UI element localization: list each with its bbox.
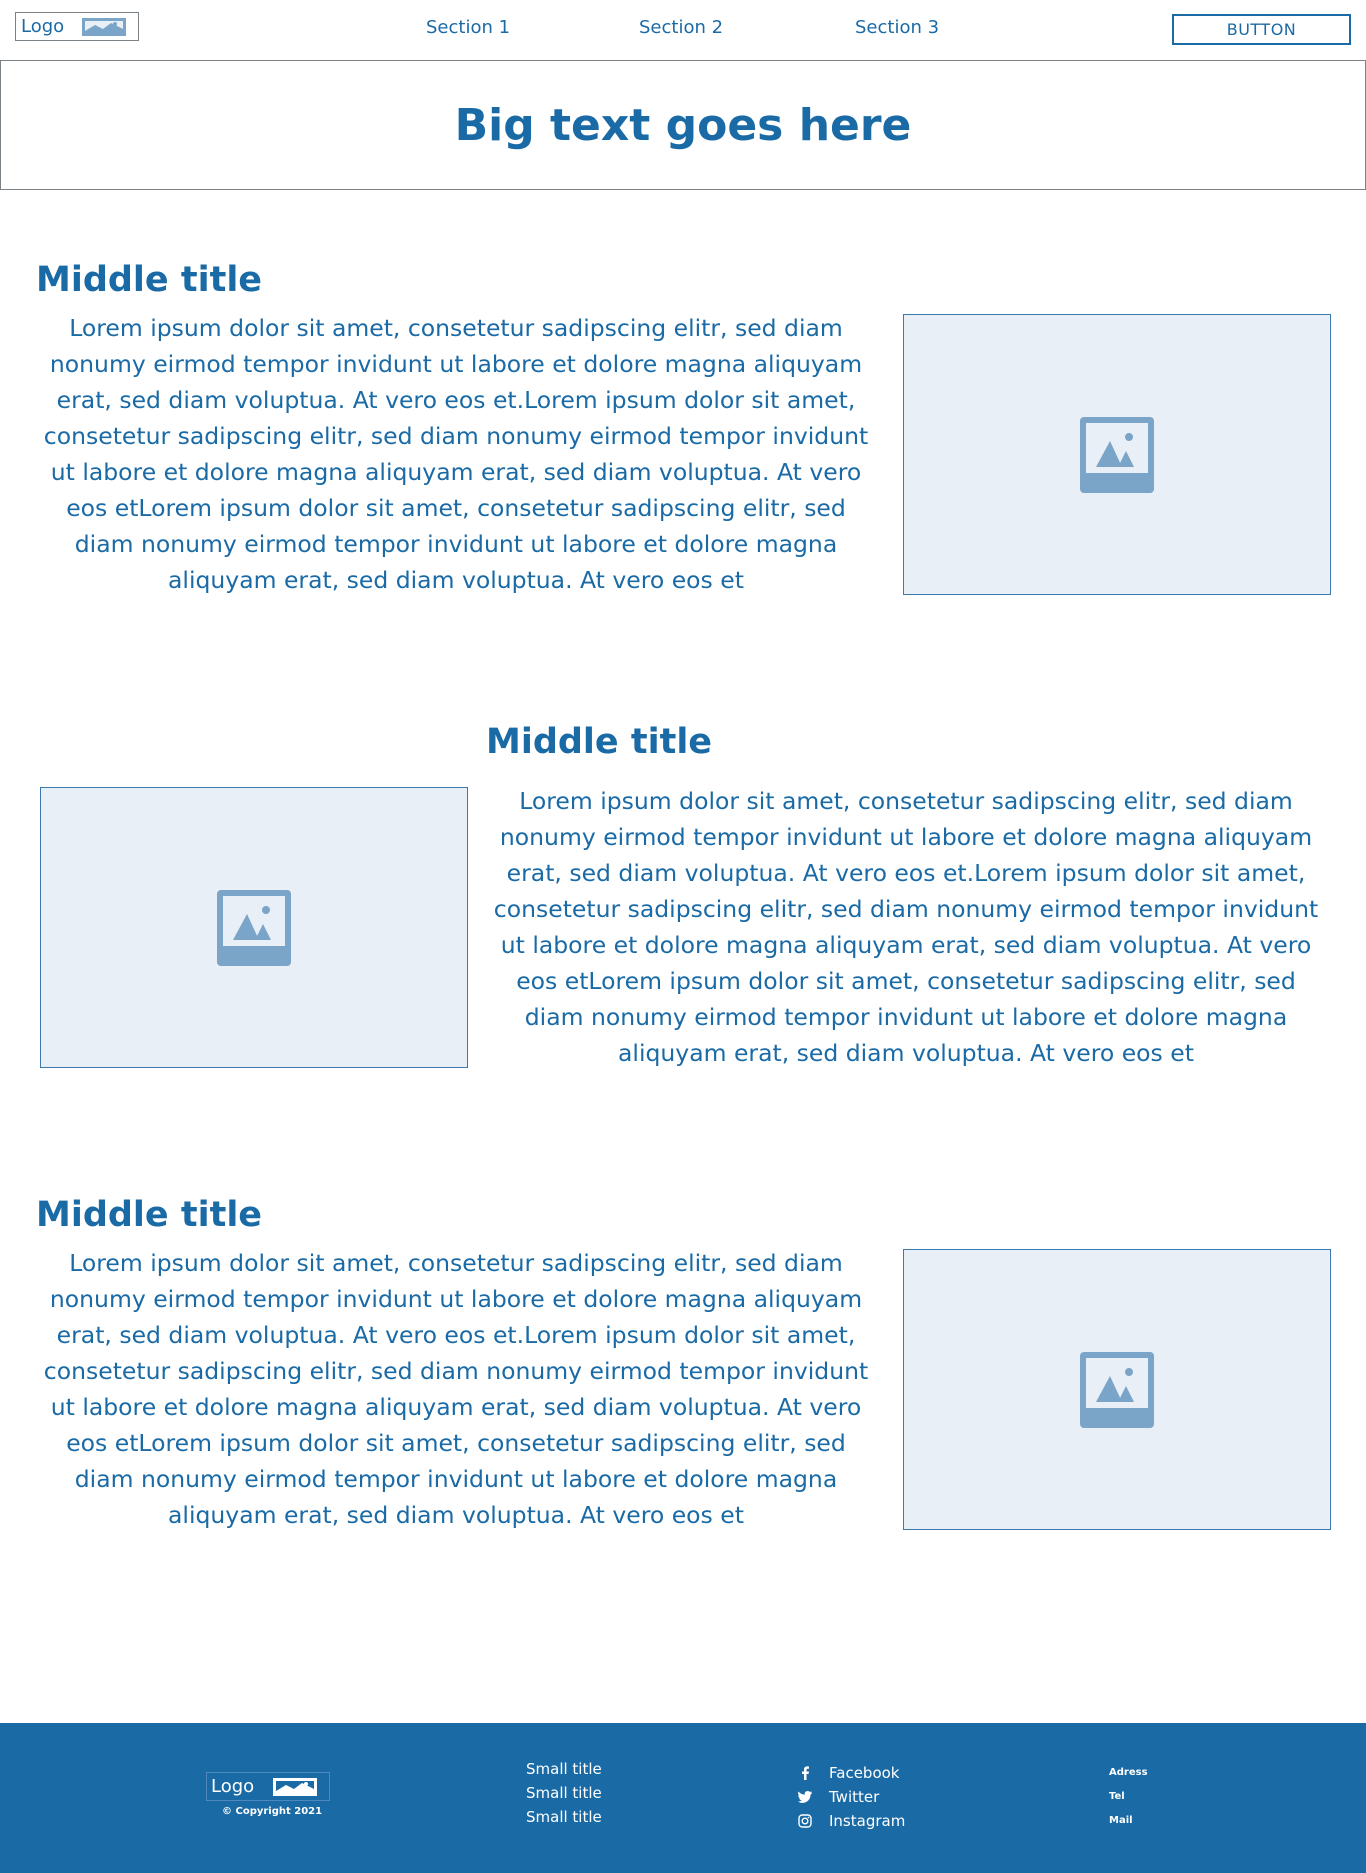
logo-label: Logo bbox=[21, 16, 65, 37]
image-placeholder-icon bbox=[1080, 1351, 1154, 1428]
hero-banner: Big text goes here bbox=[0, 60, 1366, 190]
section-3-title: Middle title bbox=[36, 1195, 263, 1235]
twitter-icon bbox=[797, 1789, 813, 1805]
footer-tel: Tel bbox=[1109, 1791, 1125, 1802]
footer-link[interactable]: Small title bbox=[526, 1805, 602, 1829]
section-2-title: Middle title bbox=[486, 722, 713, 762]
instagram-label: Instagram bbox=[829, 1812, 906, 1830]
section-2-text: Lorem ipsum dolor sit amet, consetetur s… bbox=[493, 787, 1319, 1067]
section-1-text: Lorem ipsum dolor sit amet, consetetur s… bbox=[43, 314, 869, 594]
footer-link[interactable]: Small title bbox=[526, 1781, 602, 1805]
footer-contact: Adress Tel Mail bbox=[1109, 1761, 1148, 1833]
nav-section-3[interactable]: Section 3 bbox=[855, 17, 939, 38]
image-placeholder-icon bbox=[217, 889, 291, 966]
instagram-icon bbox=[797, 1813, 813, 1829]
footer-logo[interactable]: Logo bbox=[206, 1772, 330, 1801]
twitter-label: Twitter bbox=[829, 1788, 880, 1806]
facebook-label: Facebook bbox=[829, 1764, 900, 1782]
section-1-image-placeholder bbox=[903, 314, 1331, 595]
footer-social-links: Facebook Twitter Instagram bbox=[797, 1761, 905, 1833]
nav-section-1[interactable]: Section 1 bbox=[426, 17, 510, 38]
facebook-icon bbox=[797, 1765, 813, 1781]
footer-copyright: © Copyright 2021 bbox=[222, 1806, 323, 1817]
header-logo[interactable]: Logo bbox=[15, 12, 139, 41]
footer: Logo © Copyright 2021 Small title Small … bbox=[0, 1723, 1366, 1873]
nav-section-2[interactable]: Section 2 bbox=[639, 17, 723, 38]
section-3-text: Lorem ipsum dolor sit amet, consetetur s… bbox=[43, 1249, 869, 1529]
footer-logo-label: Logo bbox=[211, 1776, 255, 1797]
footer-mail: Mail bbox=[1109, 1815, 1133, 1826]
footer-address: Adress bbox=[1109, 1767, 1148, 1778]
footer-links: Small title Small title Small title bbox=[526, 1757, 602, 1829]
section-1-title: Middle title bbox=[36, 260, 263, 300]
hero-title: Big text goes here bbox=[454, 99, 912, 151]
twitter-link[interactable]: Twitter bbox=[797, 1785, 905, 1809]
facebook-link[interactable]: Facebook bbox=[797, 1761, 905, 1785]
top-nav-bar: Logo Section 1 Section 2 Section 3 BUTTO… bbox=[0, 0, 1366, 60]
footer-link[interactable]: Small title bbox=[526, 1757, 602, 1781]
footer-logo-image-icon bbox=[273, 1778, 317, 1796]
logo-image-icon bbox=[82, 18, 126, 36]
instagram-link[interactable]: Instagram bbox=[797, 1809, 905, 1833]
image-placeholder-icon bbox=[1080, 416, 1154, 493]
header-button[interactable]: BUTTON bbox=[1172, 14, 1351, 45]
section-3-image-placeholder bbox=[903, 1249, 1331, 1530]
section-2-image-placeholder bbox=[40, 787, 468, 1068]
